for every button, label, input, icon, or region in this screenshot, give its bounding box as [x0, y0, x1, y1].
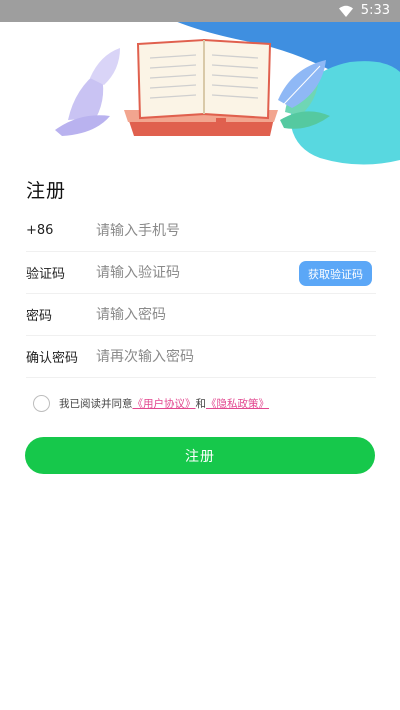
status-time: 5:33: [360, 3, 390, 18]
password-row: 密码: [26, 294, 376, 336]
user-agreement-link[interactable]: 《用户协议》: [133, 396, 196, 411]
get-code-button[interactable]: 获取验证码: [299, 261, 372, 286]
confirm-password-row: 确认密码: [26, 336, 376, 378]
password-label: 密码: [26, 309, 53, 324]
code-row: 验证码 获取验证码: [26, 252, 376, 294]
page-title: 注册: [26, 180, 67, 202]
status-bar: 5:33: [0, 0, 400, 22]
password-input[interactable]: [96, 306, 376, 323]
book-illustration: [55, 0, 400, 165]
register-form: +86 验证码 获取验证码 密码 确认密码: [26, 210, 376, 378]
code-label: 验证码: [26, 267, 66, 282]
confirm-password-input[interactable]: [96, 348, 376, 365]
phone-row: +86: [26, 210, 376, 252]
header-illustration: [0, 0, 400, 170]
privacy-policy-link[interactable]: 《隐私政策》: [206, 396, 269, 411]
agreement-and: 和: [195, 398, 207, 410]
country-code-label: +86: [26, 223, 54, 238]
agreement-row: 我已阅读并同意 《用户协议》 和 《隐私政策》: [33, 395, 269, 412]
confirm-password-label: 确认密码: [26, 351, 79, 366]
status-icons: 5:33: [338, 3, 390, 18]
register-button[interactable]: 注册: [25, 437, 375, 474]
wifi-icon: [338, 5, 353, 17]
agreement-checkbox[interactable]: [33, 395, 50, 412]
phone-input[interactable]: [96, 222, 376, 239]
agreement-prefix: 我已阅读并同意: [59, 398, 133, 410]
